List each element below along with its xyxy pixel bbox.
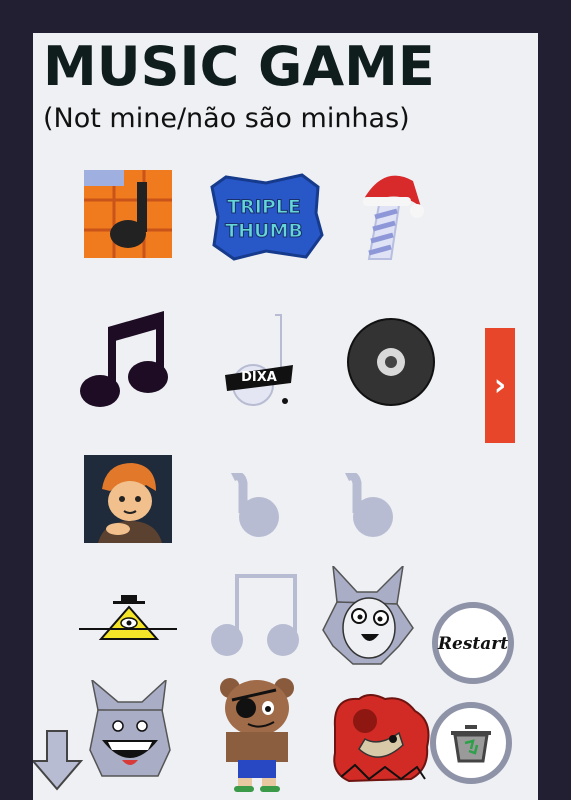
grinning-cat-character[interactable]	[88, 680, 172, 780]
ghost-double-note-icon[interactable]	[211, 574, 303, 658]
black-double-note-icon[interactable]	[78, 309, 170, 411]
red-monster-character[interactable]	[329, 693, 433, 783]
page-title: MUSIC GAME	[43, 35, 435, 98]
orange-grid-note-icon[interactable]	[84, 170, 172, 258]
page-subtitle: (Not mine/não são minhas)	[43, 103, 410, 134]
next-page-button[interactable]: ›	[485, 328, 515, 443]
triple-thumb-text-top: TRIPLE	[227, 196, 301, 218]
ghost-note-icon[interactable]	[229, 473, 285, 539]
restart-label: Restart	[437, 634, 508, 654]
down-arrow-icon[interactable]	[33, 729, 85, 796]
triple-thumb-logo[interactable]: TRIPLE THUMB	[206, 173, 324, 261]
chevron-right-icon: ›	[493, 368, 507, 403]
illuminati-triangle-icon[interactable]	[77, 593, 179, 653]
santa-hat-note-icon[interactable]	[355, 167, 427, 263]
graffiti-note-icon[interactable]: DIXA	[223, 313, 303, 407]
eyepatch-bear-character[interactable]	[216, 676, 298, 794]
vinyl-record-icon[interactable]	[346, 317, 436, 407]
triple-thumb-text-bottom: THUMB	[225, 220, 303, 242]
restart-button[interactable]: Restart	[431, 601, 515, 685]
trash-button[interactable]	[429, 701, 513, 785]
ghost-note-icon-2[interactable]	[343, 473, 399, 539]
redhead-boy-portrait[interactable]	[84, 455, 172, 543]
grey-cat-character[interactable]	[319, 566, 415, 666]
game-panel: MUSIC GAME (Not mine/não são minhas) TRI…	[33, 33, 538, 800]
graffiti-text: DIXA	[241, 370, 277, 385]
